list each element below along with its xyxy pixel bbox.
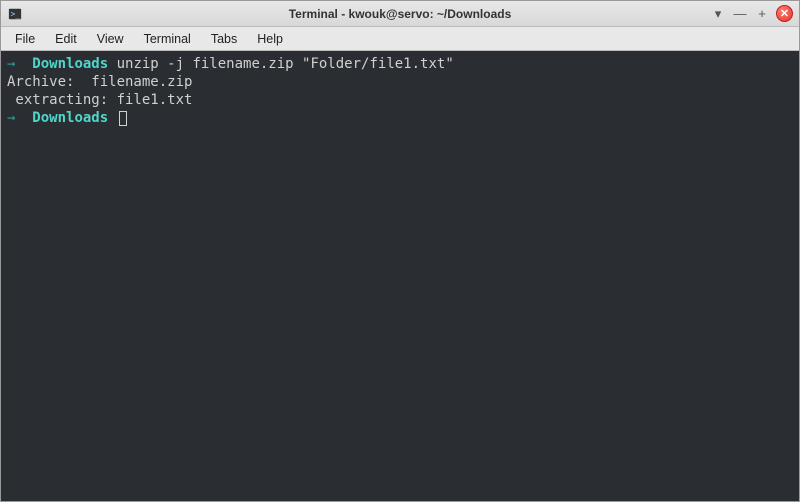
svg-text:>_: >_	[11, 9, 21, 18]
menu-edit[interactable]: Edit	[45, 29, 87, 49]
menu-terminal[interactable]: Terminal	[134, 29, 201, 49]
menu-view[interactable]: View	[87, 29, 134, 49]
window-title: Terminal - kwouk@servo: ~/Downloads	[289, 7, 512, 21]
menu-tabs[interactable]: Tabs	[201, 29, 247, 49]
terminal-area[interactable]: → Downloads unzip -j filename.zip "Folde…	[1, 51, 799, 501]
minimize-button[interactable]: ▾	[710, 6, 726, 22]
maximize-button[interactable]: +	[754, 6, 770, 22]
window-controls: ▾ — + ✕	[710, 5, 793, 22]
app-icon: >_	[7, 6, 23, 22]
prompt-arrow-icon: →	[7, 56, 15, 72]
close-button[interactable]: ✕	[776, 5, 793, 22]
cursor	[119, 111, 127, 126]
menubar: File Edit View Terminal Tabs Help	[1, 27, 799, 51]
prompt-cwd: Downloads	[32, 110, 108, 126]
output-line: Archive: filename.zip	[7, 74, 192, 90]
prompt-arrow-icon: →	[7, 110, 15, 126]
command-line: unzip -j filename.zip "Folder/file1.txt"	[117, 56, 454, 72]
terminal-window: >_ Terminal - kwouk@servo: ~/Downloads ▾…	[0, 0, 800, 502]
output-line: extracting: file1.txt	[7, 92, 192, 108]
menu-file[interactable]: File	[5, 29, 45, 49]
prompt-cwd: Downloads	[32, 56, 108, 72]
menu-help[interactable]: Help	[247, 29, 293, 49]
titlebar[interactable]: >_ Terminal - kwouk@servo: ~/Downloads ▾…	[1, 1, 799, 27]
restore-button[interactable]: —	[732, 6, 748, 22]
